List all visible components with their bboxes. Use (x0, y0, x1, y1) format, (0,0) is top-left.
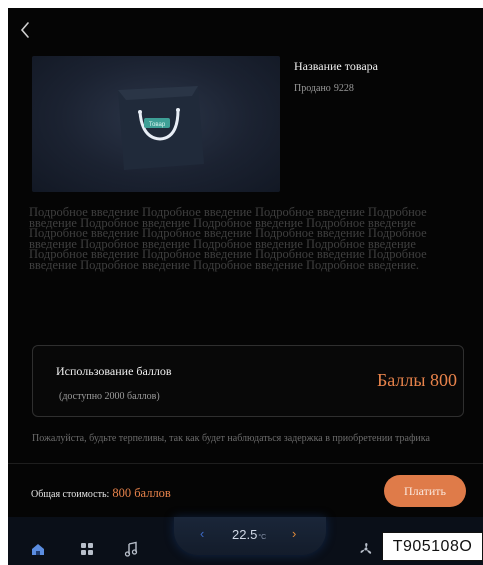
bag-tag-label: Товар (149, 122, 166, 128)
temperature-display: 22.5°C (232, 527, 266, 542)
dock-home[interactable] (26, 537, 50, 561)
product-detail-screen: Товар Название товара Продано 9228 Подроб… (8, 8, 483, 565)
delay-notice: Пожалуйста, будьте терпеливы, так как бу… (32, 433, 430, 444)
dock-music[interactable] (119, 537, 143, 561)
apps-grid-icon (81, 543, 93, 555)
dock-apps[interactable] (75, 537, 99, 561)
shopping-bag-icon: Товар (118, 86, 204, 170)
points-available: (доступно 2000 баллов) (59, 391, 160, 402)
product-sold: Продано 9228 (294, 83, 354, 94)
watermark-label: T905108O (382, 532, 483, 561)
product-name: Название товара (294, 59, 378, 73)
footer-divider (8, 463, 483, 464)
total-label: Общая стоимость: (31, 489, 110, 500)
pay-button[interactable]: Платить (384, 475, 466, 507)
temperature-value: 22.5 (232, 527, 258, 542)
points-value: Баллы 800 (376, 370, 457, 390)
sold-label: Продано (294, 83, 331, 94)
temperature-decrease-button[interactable]: ‹ (200, 526, 204, 541)
back-button[interactable] (14, 16, 36, 44)
temperature-increase-button[interactable]: › (292, 526, 296, 541)
home-icon (32, 544, 44, 555)
dock-fan[interactable] (354, 537, 378, 561)
points-usage-card[interactable]: Использование баллов (доступно 2000 балл… (32, 345, 464, 417)
product-description: Подробное введение Подробное введение По… (29, 205, 427, 272)
climate-control: ‹ 22.5°C › (174, 517, 326, 555)
sold-count: 9228 (333, 83, 354, 94)
total-price: Общая стоимость: 800 баллов (31, 486, 171, 501)
points-title: Использование баллов (56, 364, 172, 378)
chevron-left-icon (20, 22, 29, 38)
music-note-icon (124, 541, 138, 557)
total-value: 800 баллов (112, 486, 171, 500)
fan-icon (360, 543, 372, 554)
top-margin (0, 0, 483, 8)
temperature-unit: °C (258, 534, 267, 541)
product-image: Товар (32, 56, 280, 192)
